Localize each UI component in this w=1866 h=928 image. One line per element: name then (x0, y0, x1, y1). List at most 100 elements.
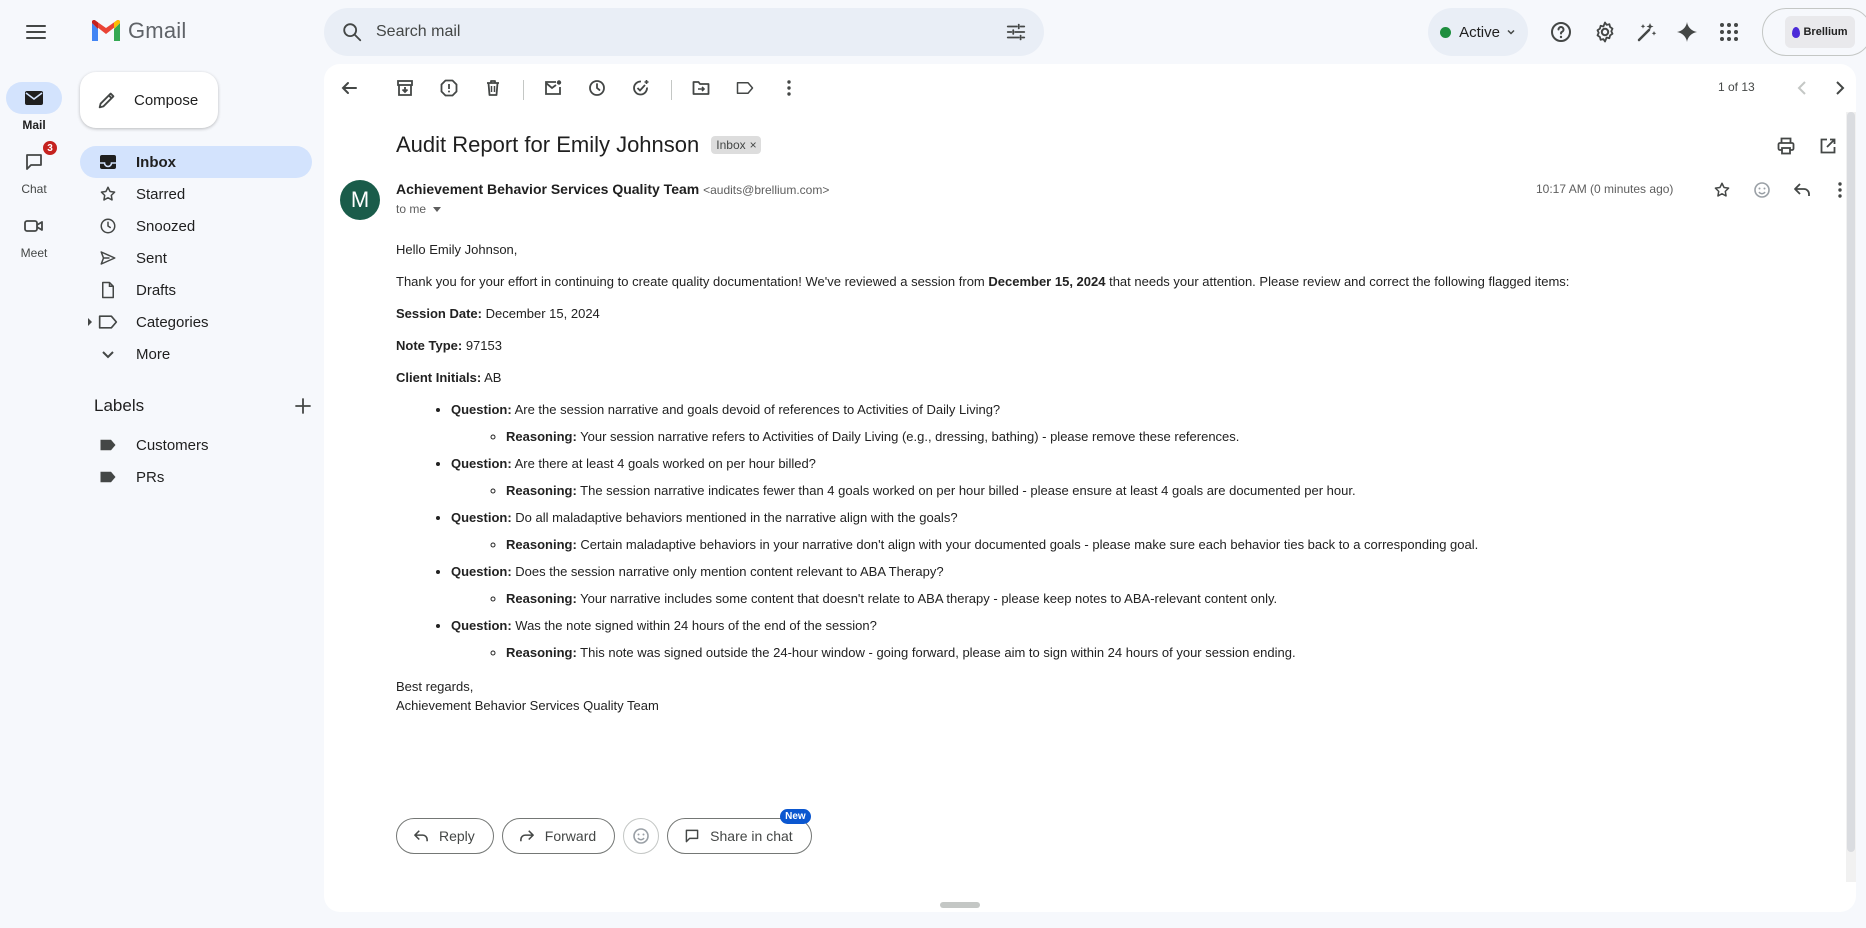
folder-nav: Inbox Starred Snoozed Sent Drafts Catego… (80, 146, 312, 370)
react-button[interactable] (623, 818, 660, 854)
nav-label: Starred (136, 185, 186, 203)
label-icon (736, 80, 754, 96)
flagged-items-list: Question: Are the session narrative and … (451, 402, 1816, 661)
sidebar-item-sent[interactable]: Sent (80, 242, 312, 274)
reply-button[interactable]: Reply (396, 818, 494, 854)
status-selector[interactable]: Active (1428, 8, 1528, 56)
sidebar-item-starred[interactable]: Starred (80, 178, 312, 210)
pencil-icon (96, 89, 118, 111)
nav-label: Categories (136, 313, 209, 331)
rail-item-meet[interactable]: Meet (0, 210, 68, 260)
label-icon (98, 312, 118, 332)
more-actions-button[interactable] (769, 68, 809, 108)
reasoning-item: Reasoning: The session narrative indicat… (506, 483, 1816, 499)
add-to-tasks-button[interactable] (621, 68, 661, 108)
main-menu-button[interactable] (12, 8, 60, 56)
mark-unread-button[interactable] (533, 68, 573, 108)
gmail-logo[interactable]: Gmail (90, 18, 186, 44)
recipient-line[interactable]: to me (396, 202, 442, 216)
gemini-button[interactable] (1667, 12, 1707, 52)
send-icon (98, 248, 118, 268)
sidebar-item-prs[interactable]: PRs (80, 461, 312, 493)
forward-label: Forward (544, 828, 597, 844)
app-name: Gmail (128, 18, 187, 43)
account-switcher[interactable]: Brellium (1762, 8, 1866, 56)
resize-handle[interactable] (940, 902, 980, 908)
search-input[interactable] (376, 23, 994, 41)
mail-icon (6, 82, 62, 114)
inbox-label-chip: Inbox × (711, 136, 761, 154)
pagination-count: 1 of 13 (1718, 80, 1755, 94)
list-item: Question: Was the note signed within 24 … (451, 618, 1816, 661)
sidebar-item-snoozed[interactable]: Snoozed (80, 210, 312, 242)
reasoning-item: Reasoning: Certain maladaptive behaviors… (506, 537, 1816, 553)
star-button[interactable] (1702, 170, 1742, 210)
settings-button[interactable] (1585, 12, 1625, 52)
sender-email: <audits@brellium.com> (703, 183, 830, 197)
reply-icon-button[interactable] (1782, 170, 1822, 210)
more-vert-icon (1838, 182, 1842, 198)
star-icon (1713, 181, 1731, 199)
search-button[interactable] (328, 8, 376, 56)
delete-button[interactable] (473, 68, 513, 108)
note-type-field: Note Type: 97153 (396, 338, 502, 353)
newer-button[interactable] (1782, 68, 1822, 108)
compose-button[interactable]: Compose (80, 72, 218, 128)
add-label-button[interactable] (294, 397, 312, 415)
folder-move-icon (692, 79, 710, 97)
sidebar-item-drafts[interactable]: Drafts (80, 274, 312, 306)
move-to-button[interactable] (681, 68, 721, 108)
rail-item-chat[interactable]: 3 Chat (0, 140, 68, 196)
extension-button[interactable] (1627, 12, 1667, 52)
clock-icon (588, 79, 606, 97)
print-button[interactable] (1766, 126, 1806, 166)
share-in-chat-button[interactable]: Share in chat New (667, 809, 812, 854)
intro-paragraph: Thank you for your effort in continuing … (396, 274, 1570, 289)
rail-label: Mail (22, 118, 46, 132)
scroll-thumb[interactable] (1847, 112, 1855, 852)
list-item: Question: Are there at least 4 goals wor… (451, 456, 1816, 499)
video-icon (18, 210, 50, 242)
search-bar (324, 8, 1044, 56)
clock-icon (98, 216, 118, 236)
tune-icon (1005, 21, 1027, 43)
add-reaction-button[interactable] (1742, 170, 1782, 210)
client-initials-field: Client Initials: AB (396, 370, 502, 385)
recipient-label: to me (396, 202, 427, 216)
sender-avatar[interactable]: M (340, 180, 380, 220)
labels-button[interactable] (725, 68, 765, 108)
search-options-button[interactable] (994, 10, 1038, 54)
chip-label: Inbox (716, 138, 746, 152)
back-button[interactable] (329, 68, 369, 108)
expand-arrow-icon[interactable] (86, 317, 94, 327)
sidebar-item-inbox[interactable]: Inbox (80, 146, 312, 178)
reasoning-item: Reasoning: Your session narrative refers… (506, 429, 1816, 445)
star-icon (98, 184, 118, 204)
labels-header: Labels (94, 396, 312, 416)
print-icon (1777, 137, 1795, 155)
archive-button[interactable] (385, 68, 425, 108)
caret-down-icon (432, 205, 442, 213)
rail-label: Chat (21, 182, 47, 196)
subject-row: Audit Report for Emily Johnson Inbox × (396, 132, 761, 158)
snooze-button[interactable] (577, 68, 617, 108)
forward-button[interactable]: Forward (501, 818, 616, 854)
sidebar-item-more[interactable]: More (80, 338, 312, 370)
rail-item-mail[interactable]: Mail (0, 82, 68, 132)
signature: Best regards, Achievement Behavior Servi… (396, 677, 1816, 715)
brand-name: Brellium (1803, 26, 1848, 38)
scrollbar[interactable] (1846, 112, 1856, 882)
more-vert-icon (787, 80, 791, 96)
sidebar-item-categories[interactable]: Categories (80, 306, 312, 338)
support-button[interactable] (1541, 12, 1581, 52)
sender-name[interactable]: Achievement Behavior Services Quality Te… (396, 181, 699, 197)
message-panel: 1 of 13 Audit Report for Emily Johnson I… (324, 64, 1856, 912)
nav-label: Drafts (136, 281, 177, 299)
older-button[interactable] (1820, 68, 1856, 108)
sidebar-item-customers[interactable]: Customers (80, 429, 312, 461)
remove-label-button[interactable]: × (750, 138, 757, 152)
list-item: Question: Are the session narrative and … (451, 402, 1816, 445)
open-new-window-button[interactable] (1808, 126, 1848, 166)
apps-button[interactable] (1709, 12, 1749, 52)
report-spam-button[interactable] (429, 68, 469, 108)
